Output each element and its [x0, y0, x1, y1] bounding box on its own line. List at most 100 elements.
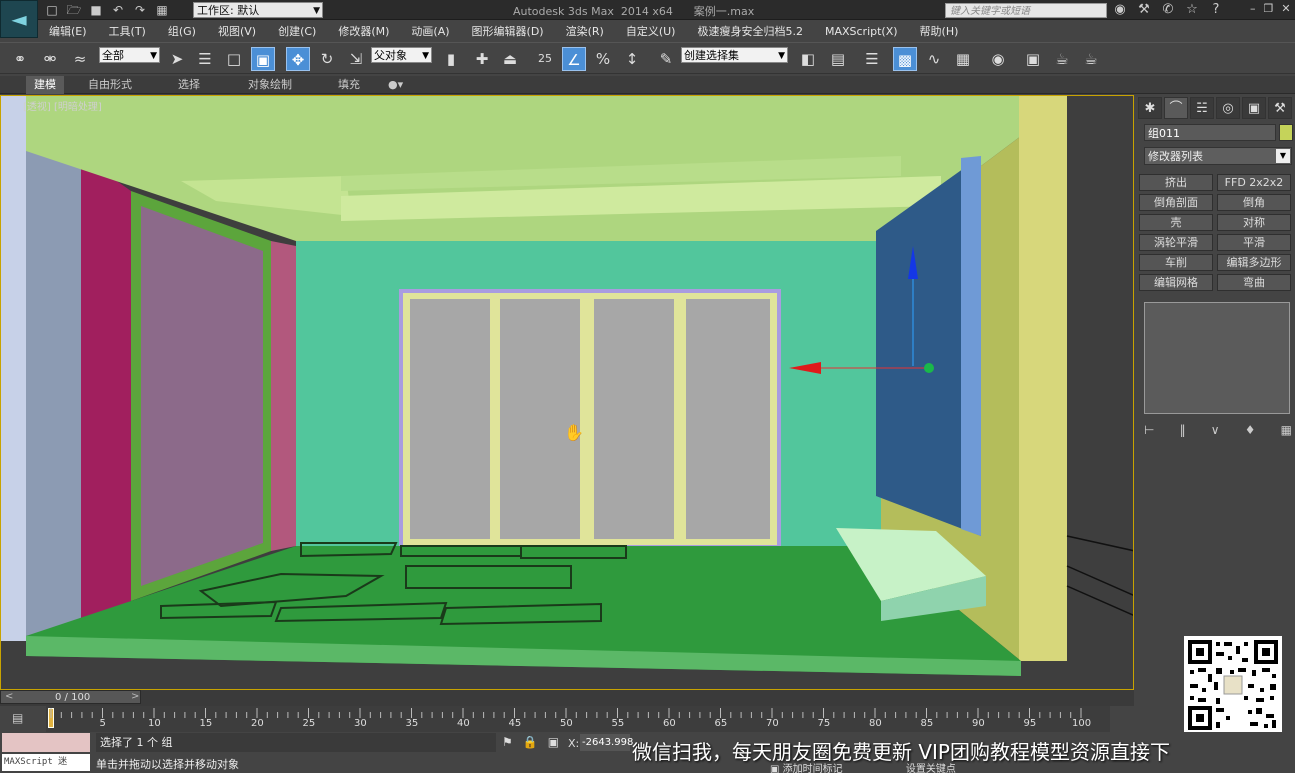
modifier-ffd-button[interactable]: FFD 2x2x2 [1217, 174, 1291, 191]
time-slider[interactable]: < 0 / 100 > [0, 690, 1134, 706]
help-icon[interactable]: ? [1208, 2, 1224, 18]
pin-stack-icon[interactable]: ⊢ [1144, 423, 1154, 437]
modifier-stack-view[interactable] [1144, 302, 1290, 414]
motion-tab-icon[interactable]: ◎ [1216, 97, 1240, 119]
modifier-bend-button[interactable]: 弯曲 [1217, 274, 1291, 291]
workspace-dropdown[interactable]: 工作区: 默认 ▼ [193, 2, 323, 18]
modifier-extrude-button[interactable]: 挤出 [1139, 174, 1213, 191]
select-object-icon[interactable]: ➤ [165, 47, 189, 71]
modifier-shell-button[interactable]: 壳 [1139, 214, 1213, 231]
modifier-list-dropdown[interactable]: 修改器列表 ▼ [1144, 147, 1292, 165]
show-end-result-icon[interactable]: ‖ [1180, 423, 1186, 437]
modify-tab-icon[interactable]: ⌒ [1164, 97, 1188, 119]
modifier-symmetry-button[interactable]: 对称 [1217, 214, 1291, 231]
rectangular-selection-icon[interactable]: □ [222, 47, 246, 71]
menu-rendering[interactable]: 渲染(R) [555, 23, 615, 39]
modifier-bevel-profile-button[interactable]: 倒角剖面 [1139, 194, 1213, 211]
undo-icon[interactable]: ↶ [110, 2, 126, 18]
open-file-icon[interactable]: 🗁 [66, 2, 82, 18]
angle-snap-icon[interactable]: ∠ [562, 47, 586, 71]
communication-icon[interactable]: ✆ [1160, 2, 1176, 18]
mini-curve-editor-icon[interactable]: ▤ [12, 711, 23, 725]
mirror-icon[interactable]: ◧ [796, 47, 820, 71]
save-icon[interactable]: ■ [88, 2, 104, 18]
utilities-tab-icon[interactable]: ⚒ [1268, 97, 1292, 119]
select-and-move-icon[interactable]: ✥ [286, 47, 310, 71]
ribbon-options-icon[interactable]: ●▾ [380, 76, 411, 94]
project-folder-icon[interactable]: ▦ [154, 2, 170, 18]
time-slider-thumb[interactable]: < 0 / 100 > [0, 690, 141, 704]
redo-icon[interactable]: ↷ [132, 2, 148, 18]
menu-modifiers[interactable]: 修改器(M) [327, 23, 400, 39]
snaps-toggle-icon[interactable]: 25 [533, 47, 557, 71]
create-tab-icon[interactable]: ✱ [1138, 97, 1162, 119]
tab-modeling[interactable]: 建模 [26, 76, 64, 94]
add-time-tag-label[interactable]: 添加时间标记 [783, 764, 843, 773]
render-setup-icon[interactable]: ▣ [1021, 47, 1045, 71]
link-icon[interactable]: ⚭ [8, 47, 32, 71]
bind-space-warp-icon[interactable]: ≈ [68, 47, 92, 71]
x-coordinate-field[interactable]: -2643.998 [580, 734, 633, 751]
perspective-viewport[interactable]: [透视] [明暗处理] ✋ [0, 95, 1134, 690]
modifier-edit-mesh-button[interactable]: 编辑网格 [1139, 274, 1213, 291]
tab-freeform[interactable]: 自由形式 [80, 76, 140, 94]
remove-modifier-icon[interactable]: ♦ [1245, 423, 1256, 437]
select-and-scale-icon[interactable]: ⇲ [344, 47, 368, 71]
percent-snap-icon[interactable]: % [591, 47, 615, 71]
named-selection-dropdown[interactable]: 创建选择集 ▼ [681, 47, 788, 63]
prev-frame-icon[interactable]: < [5, 691, 13, 702]
hierarchy-tab-icon[interactable]: ☵ [1190, 97, 1214, 119]
render-production-icon[interactable]: ☕ [1079, 47, 1103, 71]
layer-manager-icon[interactable]: ☰ [860, 47, 884, 71]
unlink-icon[interactable]: ⚮ [38, 47, 62, 71]
curve-editor-icon[interactable]: ∿ [922, 47, 946, 71]
track-bar-ruler[interactable]: 5 10 15 20 25 30 35 40 45 50 55 60 65 70 75 80 85 90 95 100 [46, 706, 1110, 732]
graphite-ribbon-icon[interactable]: ▩ [893, 47, 917, 71]
modifier-lathe-button[interactable]: 车削 [1139, 254, 1213, 271]
subscription-icon[interactable]: ⚒ [1136, 2, 1152, 18]
add-time-tag-icon[interactable]: ▣ [770, 764, 779, 773]
tab-selection[interactable]: 选择 [170, 76, 208, 94]
modifier-turbosmooth-button[interactable]: 涡轮平滑 [1139, 234, 1213, 251]
select-by-name-icon[interactable]: ☰ [193, 47, 217, 71]
object-color-swatch[interactable] [1279, 124, 1293, 141]
display-tab-icon[interactable]: ▣ [1242, 97, 1266, 119]
menu-group[interactable]: 组(G) [157, 23, 207, 39]
binoculars-icon[interactable]: ◉ [1112, 2, 1128, 18]
menu-create[interactable]: 创建(C) [267, 23, 327, 39]
minimize-icon[interactable]: – [1250, 2, 1256, 15]
rendered-frame-window-icon[interactable]: ☕ [1050, 47, 1074, 71]
menu-archive-plugin[interactable]: 极速瘦身安全归档5.2 [686, 23, 814, 39]
edit-named-selection-icon[interactable]: ✎ [654, 47, 678, 71]
viewport-label[interactable]: [透视] [明暗处理] [23, 98, 102, 113]
select-and-rotate-icon[interactable]: ↻ [315, 47, 339, 71]
schematic-view-icon[interactable]: ▦ [951, 47, 975, 71]
keyboard-shortcut-override-icon[interactable]: ⏏ [498, 47, 522, 71]
close-icon[interactable]: ✕ [1281, 2, 1290, 15]
app-menu-button[interactable]: ◄ [0, 0, 38, 38]
pivot-center-icon[interactable]: ▮ [439, 47, 463, 71]
spinner-snap-icon[interactable]: ↕ [620, 47, 644, 71]
menu-customize[interactable]: 自定义(U) [615, 23, 687, 39]
menu-tools[interactable]: 工具(T) [98, 23, 157, 39]
window-crossing-icon[interactable]: ▣ [251, 47, 275, 71]
object-name-field[interactable]: 组011 [1144, 124, 1276, 141]
search-input[interactable]: 键入关键字或短语 [945, 3, 1107, 18]
modifier-smooth-button[interactable]: 平滑 [1217, 234, 1291, 251]
new-file-icon[interactable]: □ [44, 2, 60, 18]
make-unique-icon[interactable]: ∨ [1211, 423, 1220, 437]
favorites-star-icon[interactable]: ☆ [1184, 2, 1200, 18]
restore-icon[interactable]: ❐ [1264, 2, 1274, 15]
tab-object-paint[interactable]: 对象绘制 [240, 76, 300, 94]
manipulate-icon[interactable]: ✚ [470, 47, 494, 71]
tab-populate[interactable]: 填充 [330, 76, 368, 94]
menu-views[interactable]: 视图(V) [207, 23, 267, 39]
menu-maxscript[interactable]: MAXScript(X) [814, 25, 909, 38]
reference-coordinate-dropdown[interactable]: 父对象 ▼ [371, 47, 432, 63]
menu-help[interactable]: 帮助(H) [909, 23, 970, 39]
isolate-selection-icon[interactable]: ⚑ [502, 735, 513, 749]
maxscript-label[interactable]: MAXScript 迷 [2, 754, 90, 771]
maxscript-listener-mini[interactable] [2, 733, 90, 752]
absolute-mode-icon[interactable]: ▣ [548, 735, 559, 749]
menu-edit[interactable]: 编辑(E) [38, 23, 98, 39]
